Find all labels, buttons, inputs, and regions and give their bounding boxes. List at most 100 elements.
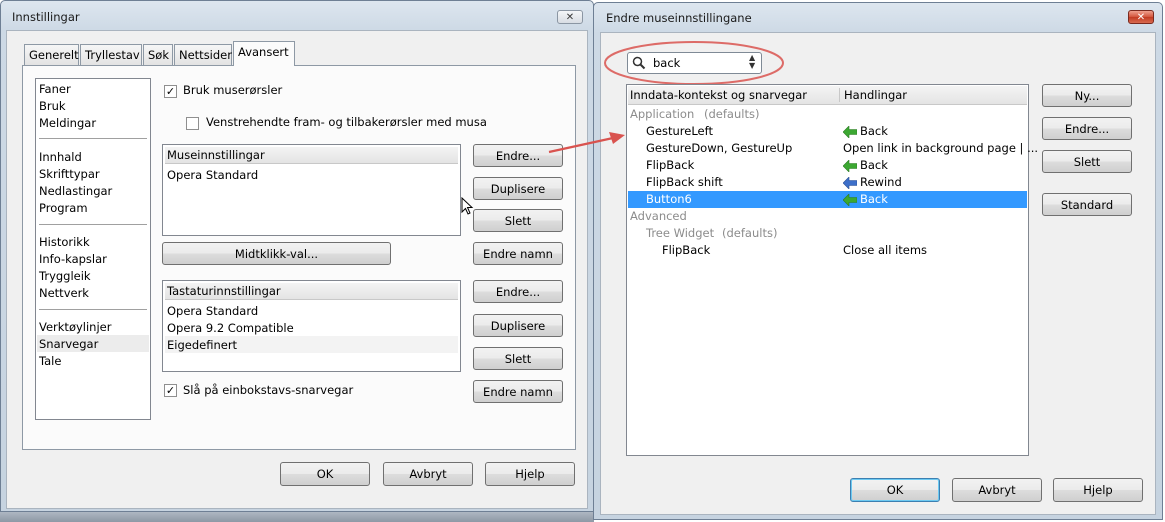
category-item-historikk[interactable]: Historikk — [39, 235, 90, 249]
keyboard-list-header-label: Tastaturinnstillingar — [167, 284, 281, 298]
left-handed-checkbox[interactable] — [186, 117, 199, 130]
mouse-duplicate-button[interactable]: Duplisere — [473, 177, 563, 200]
keyboard-setup-list: Tastaturinnstillingar Opera Standard Ope… — [162, 280, 461, 372]
row-context: Advanced — [630, 209, 687, 223]
tab-avansert[interactable]: Avansert — [233, 41, 295, 66]
settings-window: Innstillingar ✕ Generelt Tryllestav Søk … — [0, 0, 594, 512]
keyboard-setup-item[interactable]: Eigedefinert — [167, 338, 237, 352]
mouse-setup-list: Museinnstillingar Opera Standard — [162, 144, 461, 236]
single-key-shortcuts-label: Slå på einbokstavs-snarvegar — [183, 383, 354, 397]
row-context: FlipBack — [646, 158, 695, 172]
edit-dialog-client-area: back ▲ ▼ Inndata-kontekst og snarvegar Ha… — [600, 32, 1156, 515]
edit-shortcut-button[interactable]: Endre... — [1042, 117, 1132, 140]
row-action: Open link in background page | ... — [843, 141, 1039, 155]
category-item-nedlastingar[interactable]: Nedlastingar — [39, 184, 112, 198]
category-item-verktoylinjer[interactable]: Verktøylinjer — [39, 320, 111, 334]
highlight-circle-annotation — [604, 41, 784, 85]
left-handed-label: Venstrehendte fram- og tilbakerørsler me… — [206, 115, 487, 129]
row-action: Rewind — [843, 175, 902, 189]
row-defaults-tag: (defaults) — [722, 226, 778, 240]
window-bottom-border — [0, 512, 594, 522]
help-button[interactable]: Hjelp — [1053, 478, 1143, 502]
keyboard-rename-button[interactable]: Endre namn — [473, 380, 563, 403]
row-defaults-tag: (defaults) — [704, 107, 760, 121]
mouse-setup-item[interactable]: Opera Standard — [167, 168, 258, 182]
category-item-info-kapslar[interactable]: Info-kapslar — [39, 252, 107, 266]
category-item-tryggleik[interactable]: Tryggleik — [39, 269, 91, 283]
close-button[interactable]: ✕ — [557, 10, 583, 24]
category-item-innhald[interactable]: Innhald — [39, 150, 82, 164]
mouse-delete-button[interactable]: Slett — [473, 209, 563, 232]
single-key-shortcuts-checkbox[interactable]: ✓ — [164, 384, 177, 397]
category-item-program[interactable]: Program — [39, 201, 88, 215]
mouse-gestures-label: Bruk muserørsler — [183, 83, 283, 97]
settings-client-area: Generelt Tryllestav Søk Nettsider Avanse… — [6, 30, 588, 509]
category-separator — [39, 309, 147, 310]
help-button[interactable]: Hjelp — [485, 462, 575, 486]
category-item-bruk[interactable]: Bruk — [39, 99, 66, 113]
mouse-rename-button[interactable]: Endre namn — [473, 242, 563, 265]
tree-row-group[interactable]: Advanced — [627, 208, 1028, 225]
row-context: FlipBack shift — [646, 175, 723, 189]
row-context: FlipBack — [662, 243, 711, 257]
row-context: GestureLeft — [646, 124, 713, 138]
category-separator — [39, 138, 147, 139]
tab-tryllestav[interactable]: Tryllestav — [80, 44, 142, 66]
row-context: Button6 — [646, 192, 692, 206]
new-shortcut-button[interactable]: Ny... — [1042, 84, 1132, 107]
cancel-button[interactable]: Avbryt — [383, 462, 473, 486]
ok-button[interactable]: OK — [850, 478, 940, 502]
window-title: Endre museinnstillingane — [606, 11, 752, 25]
tab-nettsider[interactable]: Nettsider — [174, 44, 232, 66]
tree-row-selected[interactable]: Button6 Back — [628, 191, 1027, 208]
category-item-meldingar[interactable]: Meldingar — [39, 116, 96, 130]
mouse-gestures-checkbox[interactable]: ✓ — [164, 85, 177, 98]
back-arrow-icon — [843, 159, 857, 172]
column-header-context[interactable]: Inndata-kontekst og snarvegar — [630, 88, 807, 102]
row-action: Back — [843, 192, 888, 206]
row-action-label: Back — [860, 192, 888, 206]
tree-row[interactable]: GestureDown, GestureUp Open link in back… — [627, 140, 1038, 157]
edit-mouse-setup-window: Endre museinnstillingane ✕ back ▲ ▼ Innda… — [593, 2, 1163, 520]
row-context: Application — [630, 107, 695, 121]
tab-sok[interactable]: Søk — [143, 44, 173, 66]
category-item-faner[interactable]: Faner — [39, 82, 71, 96]
tree-row[interactable]: FlipBack Back — [627, 157, 1028, 174]
keyboard-delete-button[interactable]: Slett — [473, 347, 563, 370]
keyboard-setup-item[interactable]: Opera 9.2 Compatible — [167, 321, 294, 335]
back-arrow-icon — [843, 125, 857, 138]
ok-button[interactable]: OK — [280, 462, 370, 486]
tree-row[interactable]: GestureLeft Back — [627, 123, 1028, 140]
category-list: Faner Bruk Meldingar Innhald Skrifttypar… — [35, 78, 151, 420]
tree-row-group[interactable]: Application (defaults) — [627, 106, 1028, 123]
tab-generelt[interactable]: Generelt — [24, 44, 79, 66]
close-button[interactable]: ✕ — [1128, 10, 1154, 24]
delete-shortcut-button[interactable]: Slett — [1042, 150, 1132, 173]
tab-panel-avansert: Faner Bruk Meldingar Innhald Skrifttypar… — [22, 65, 576, 450]
standard-button[interactable]: Standard — [1042, 193, 1132, 216]
category-item-tale[interactable]: Tale — [39, 354, 61, 368]
mouse-list-header-label: Museinnstillingar — [167, 148, 265, 162]
category-item-skrifttypar[interactable]: Skrifttypar — [39, 167, 100, 181]
tree-list-header: Inndata-kontekst og snarvegar Handlingar — [628, 86, 1027, 105]
keyboard-edit-button[interactable]: Endre... — [473, 280, 563, 303]
mouse-pointer-icon — [461, 197, 474, 215]
mouse-list-header: Museinnstillingar — [165, 147, 458, 164]
back-arrow-icon — [843, 193, 857, 206]
tree-row-group[interactable]: Tree Widget (defaults) — [627, 225, 1028, 242]
shortcut-tree-list: Inndata-kontekst og snarvegar Handlingar… — [626, 84, 1038, 456]
row-action: Back — [843, 124, 888, 138]
row-action-label: Back — [860, 158, 888, 172]
keyboard-duplicate-button[interactable]: Duplisere — [473, 314, 563, 337]
annotation-arrow — [548, 132, 625, 154]
category-item-nettverk[interactable]: Nettverk — [39, 286, 89, 300]
cancel-button[interactable]: Avbryt — [952, 478, 1042, 502]
column-header-actions[interactable]: Handlingar — [844, 88, 907, 102]
keyboard-setup-item[interactable]: Opera Standard — [167, 304, 258, 318]
rewind-arrow-icon — [843, 176, 857, 189]
tree-row[interactable]: FlipBack Close all items — [627, 242, 1028, 259]
tree-row[interactable]: FlipBack shift Rewind — [627, 174, 1028, 191]
row-action: Close all items — [843, 243, 928, 257]
middle-click-options-button[interactable]: Midtklikk-val... — [162, 242, 391, 265]
category-item-snarvegar[interactable]: Snarvegar — [39, 337, 98, 351]
